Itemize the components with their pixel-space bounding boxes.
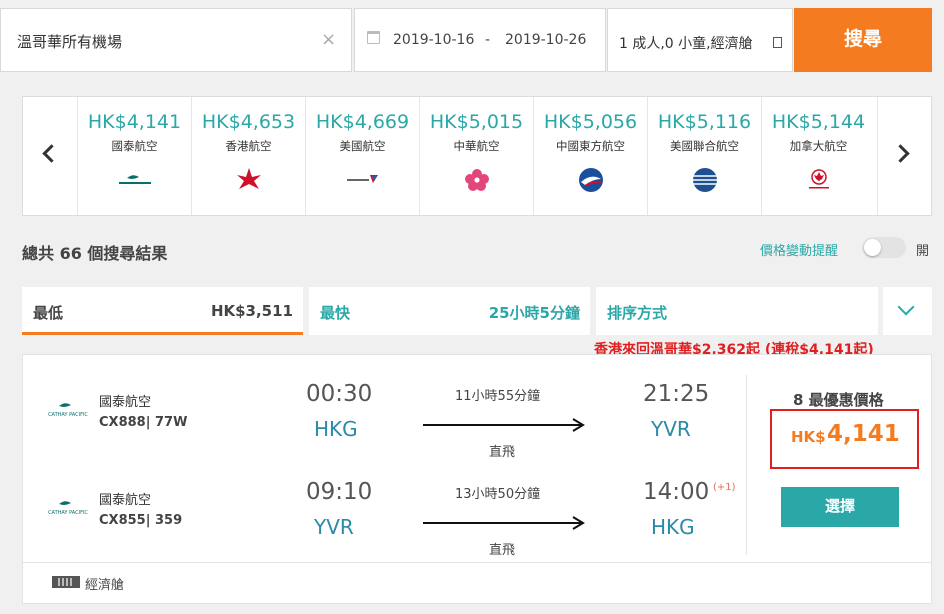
select-flight-button[interactable]: 選擇	[781, 487, 899, 527]
dropdown-icon	[773, 37, 782, 48]
toggle-knob	[864, 239, 881, 256]
date-from: 2019-10-16	[393, 32, 475, 48]
flight-number: CX888| 77W	[99, 415, 188, 430]
price-amount: 4,141	[827, 421, 900, 447]
airline-card-name: 國泰航空	[111, 139, 158, 153]
tab-cheapest[interactable]: 最低 HK$3,511	[22, 287, 303, 335]
china-eastern-logo	[579, 168, 603, 192]
airline-card-china-eastern[interactable]: HK$5,056 中國東方航空	[533, 97, 647, 215]
flight-result-card: CATHAY PACIFIC 國泰航空 CX888| 77W 00:30 HKG…	[22, 354, 932, 604]
results-count: 總共 66 個搜尋結果	[22, 244, 168, 263]
card-divider-horizontal	[23, 562, 931, 563]
air-canada-logo	[809, 169, 829, 189]
departure-time: 00:30	[306, 381, 373, 407]
american-airlines-logo	[347, 175, 378, 183]
airline-card-name: 加拿大航空	[789, 139, 848, 153]
passenger-cabin-field[interactable]: 1 成人,0 小童,經濟艙	[607, 8, 793, 72]
tab-sort-by[interactable]: 排序方式	[596, 287, 878, 335]
airline-card-price: HK$5,056	[543, 111, 638, 133]
cathay-pacific-logo: CATHAY PACIFIC	[48, 403, 88, 418]
price-currency: HK$	[791, 428, 826, 446]
outbound-leg: CATHAY PACIFIC 國泰航空 CX888| 77W 00:30 HKG…	[23, 375, 743, 465]
chevron-right-icon	[891, 144, 910, 163]
arrival-airport: HKG	[651, 515, 695, 539]
arrival-time: 14:00	[643, 479, 710, 505]
airline-card-price: HK$5,015	[429, 111, 524, 133]
airline-card-name: 中華航空	[453, 139, 500, 153]
destination-value: 溫哥華所有機場	[17, 33, 123, 51]
airline-card-price: HK$4,141	[87, 111, 182, 133]
card-divider-vertical	[746, 375, 747, 555]
cathay-pacific-logo: CATHAY PACIFIC	[48, 501, 88, 516]
arrival-airport: YVR	[651, 417, 691, 441]
carousel-next-button[interactable]	[877, 97, 931, 215]
chevron-down-icon	[897, 298, 915, 316]
chevron-left-icon	[42, 144, 61, 163]
airline-card-united-airlines[interactable]: HK$5,116 美國聯合航空	[647, 97, 761, 215]
departure-airport: HKG	[314, 417, 358, 441]
flight-duration: 11小時55分鐘	[455, 389, 541, 404]
date-range-field[interactable]: 2019-10-16 - 2019-10-26	[354, 8, 606, 72]
airline-card-hong-kong-airlines[interactable]: HK$4,653 香港航空	[191, 97, 305, 215]
day-offset-badge: (+1)	[713, 482, 736, 493]
destination-field[interactable]: 溫哥華所有機場 ×	[0, 8, 352, 72]
hong-kong-airlines-logo	[237, 168, 261, 189]
best-price-title: 8 最優惠價格	[793, 391, 884, 409]
date-separator: -	[485, 32, 491, 48]
clear-icon[interactable]: ×	[321, 29, 336, 50]
tab-fastest-label: 最快	[320, 304, 351, 322]
airline-card-price: HK$5,144	[771, 111, 866, 133]
date-to: 2019-10-26	[505, 32, 587, 48]
departure-time: 09:10	[306, 479, 373, 505]
svg-text:CATHAY PACIFIC: CATHAY PACIFIC	[48, 412, 88, 418]
price-alert-label: 價格變動提醒	[760, 244, 839, 259]
airline-card-price: HK$4,653	[201, 111, 296, 133]
tab-fastest[interactable]: 最快 25小時5分鐘	[309, 287, 590, 335]
airline-card-price: HK$5,116	[657, 111, 752, 133]
calendar-icon	[367, 31, 380, 44]
airline-card-price: HK$4,669	[315, 111, 410, 133]
price-highlight: HK$ 4,141	[770, 409, 919, 469]
search-button[interactable]: 搜尋	[794, 8, 932, 72]
tab-cheapest-value: HK$3,511	[210, 302, 293, 320]
united-airlines-logo	[693, 168, 717, 192]
svg-text:CATHAY PACIFIC: CATHAY PACIFIC	[48, 510, 88, 516]
airline-card-air-canada[interactable]: HK$5,144 加拿大航空	[761, 97, 875, 215]
airline-card-name: 中國東方航空	[556, 139, 625, 153]
departure-airport: YVR	[314, 515, 354, 539]
airline-card-name: 美國聯合航空	[670, 139, 739, 153]
arrival-time: 21:25	[643, 381, 710, 407]
airline-card-name: 香港航空	[225, 139, 272, 153]
carousel-prev-button[interactable]	[23, 97, 77, 215]
tab-cheapest-label: 最低	[33, 304, 64, 322]
airline-card-cathay-pacific[interactable]: HK$4,141 國泰航空	[77, 97, 191, 215]
arrow-right-icon	[423, 418, 585, 432]
arrow-right-icon	[423, 516, 585, 530]
flight-number: CX855| 359	[99, 513, 183, 528]
cabin-class: 經濟艙	[85, 578, 125, 593]
tab-fastest-value: 25小時5分鐘	[488, 304, 580, 322]
search-bar: 溫哥華所有機場 × 2019-10-16 - 2019-10-26 1 成人,0…	[0, 0, 944, 72]
stops-label: 直飛	[489, 543, 516, 558]
tab-sort-label: 排序方式	[607, 304, 668, 322]
return-leg: CATHAY PACIFIC 國泰航空 CX855| 359 09:10 YVR…	[23, 473, 743, 563]
sort-expand-button[interactable]	[883, 287, 932, 335]
toggle-state-label: 開	[916, 244, 930, 259]
airline-name: 國泰航空	[99, 493, 152, 508]
price-alert-toggle[interactable]	[862, 237, 906, 258]
airline-name: 國泰航空	[99, 395, 152, 410]
flight-duration: 13小時50分鐘	[455, 487, 541, 502]
airline-card-china-airlines[interactable]: HK$5,015 中華航空	[419, 97, 533, 215]
airline-price-carousel: HK$4,141 國泰航空 HK$4,653 香港航空 HK$4,669 美國航…	[22, 96, 932, 216]
passenger-value: 1 成人,0 小童,經濟艙	[619, 36, 753, 52]
airline-card-american-airlines[interactable]: HK$4,669 美國航空	[305, 97, 419, 215]
china-airlines-logo	[465, 169, 489, 191]
seat-icon	[52, 576, 80, 588]
stops-label: 直飛	[489, 445, 516, 460]
airline-card-name: 美國航空	[339, 139, 386, 153]
cathay-pacific-logo	[119, 175, 151, 184]
